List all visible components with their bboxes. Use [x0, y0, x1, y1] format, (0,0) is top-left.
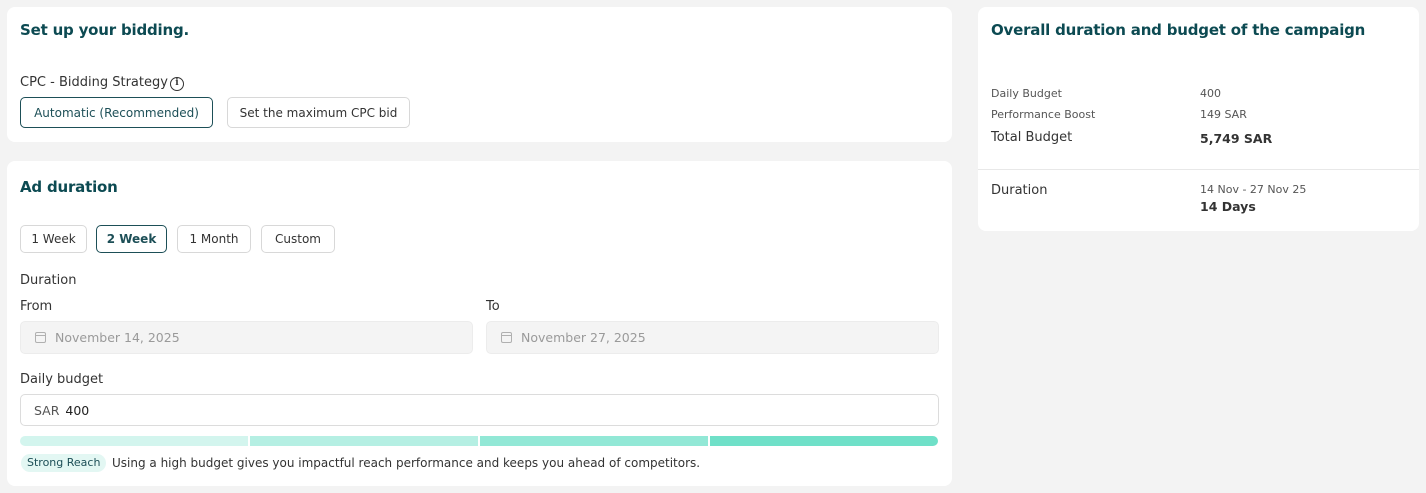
info-icon[interactable]: i: [170, 77, 184, 91]
bidding-card: Set up your bidding. CPC - Bidding Strat…: [7, 7, 952, 142]
reach-segment: [710, 436, 938, 446]
summary-title: Overall duration and budget of the campa…: [991, 21, 1366, 39]
bidding-title: Set up your bidding.: [20, 21, 189, 39]
from-label: From: [20, 299, 53, 314]
bidding-strategy-label: CPC - Bidding Strategy: [20, 75, 168, 90]
daily-budget-value: 400: [65, 402, 90, 418]
daily-budget-input[interactable]: SAR 400: [20, 394, 939, 426]
to-date-field[interactable]: November 27, 2025: [486, 321, 939, 354]
period-2-week-button[interactable]: 2 Week: [96, 225, 167, 253]
reach-progress-bar: [20, 436, 938, 446]
summary-total-label: Total Budget: [991, 130, 1073, 145]
to-date-value: November 27, 2025: [521, 330, 646, 345]
period-1-month-button[interactable]: 1 Month: [177, 225, 251, 253]
calendar-icon: [501, 332, 512, 343]
summary-total-value: 5,749 SAR: [1200, 131, 1273, 146]
summary-duration-label: Duration: [991, 183, 1048, 198]
automatic-bid-button[interactable]: Automatic (Recommended): [20, 97, 213, 128]
summary-boost-value: 149 SAR: [1200, 108, 1247, 121]
summary-divider: [978, 169, 1419, 170]
reach-segment: [20, 436, 248, 446]
summary-daily-budget-label: Daily Budget: [991, 87, 1062, 100]
campaign-summary-card: Overall duration and budget of the campa…: [978, 7, 1419, 231]
ad-duration-title: Ad duration: [20, 178, 118, 196]
reach-segment: [250, 436, 478, 446]
duration-label: Duration: [20, 273, 77, 288]
ad-duration-card: Ad duration 1 Week 2 Week 1 Month Custom…: [7, 161, 952, 486]
calendar-icon: [35, 332, 46, 343]
daily-budget-label: Daily budget: [20, 372, 104, 387]
period-1-week-button[interactable]: 1 Week: [20, 225, 87, 253]
from-date-value: November 14, 2025: [55, 330, 180, 345]
reach-badge: Strong Reach: [21, 454, 107, 472]
from-date-field[interactable]: November 14, 2025: [20, 321, 473, 354]
summary-daily-budget-value: 400: [1200, 87, 1221, 100]
summary-boost-label: Performance Boost: [991, 108, 1096, 121]
summary-duration-range: 14 Nov - 27 Nov 25: [1200, 183, 1307, 196]
period-custom-button[interactable]: Custom: [261, 225, 335, 253]
summary-duration-days: 14 Days: [1200, 199, 1256, 214]
max-cpc-bid-button[interactable]: Set the maximum CPC bid: [227, 97, 410, 128]
reach-segment: [480, 436, 708, 446]
currency-label: SAR: [34, 402, 60, 418]
reach-hint: Using a high budget gives you impactful …: [112, 456, 701, 470]
to-label: To: [486, 299, 500, 314]
